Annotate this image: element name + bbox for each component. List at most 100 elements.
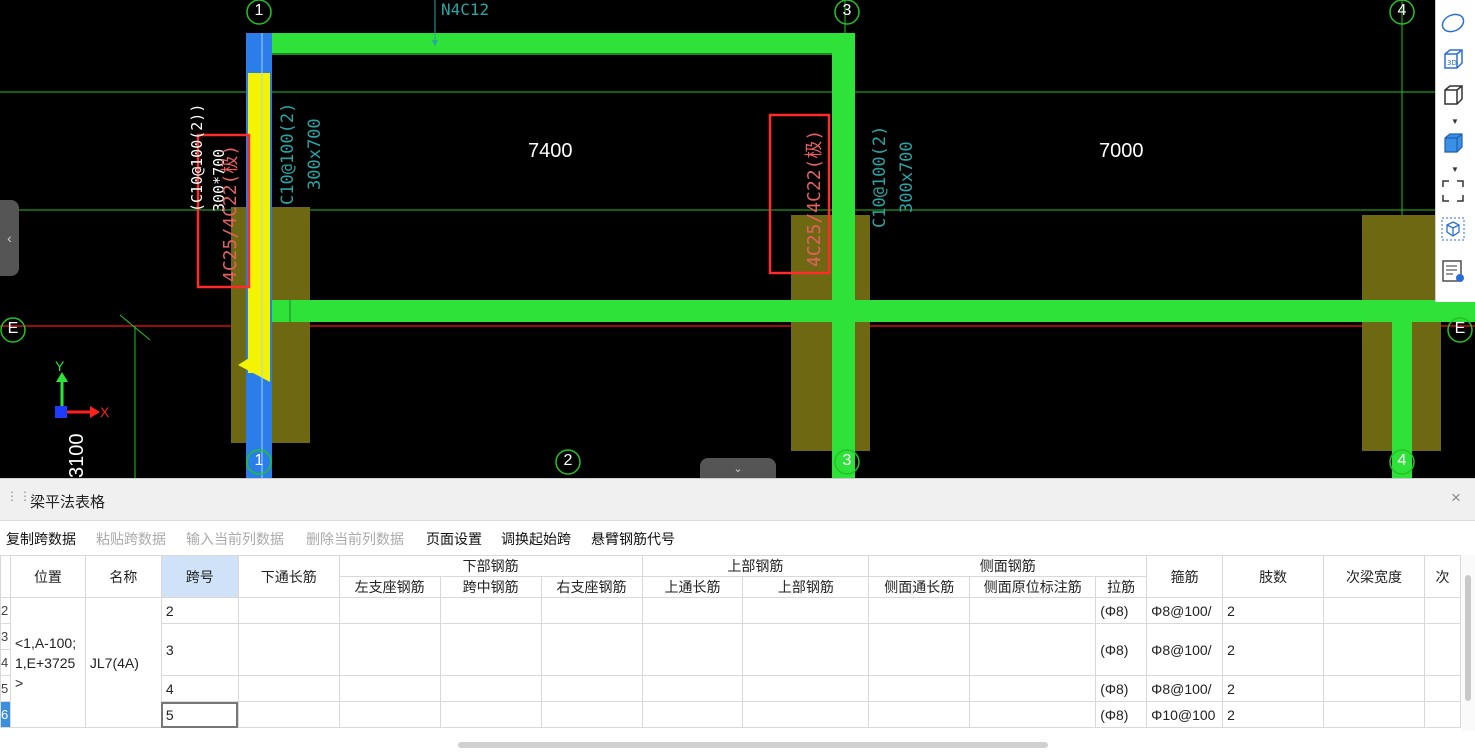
span-cell[interactable]: 4	[160, 675, 239, 702]
cell[interactable]	[338, 701, 441, 728]
cell[interactable]	[237, 623, 340, 676]
paste-span-data-button[interactable]: 粘贴跨数据	[96, 529, 166, 549]
beam-table[interactable]: 位置 名称 跨号 下通长筋 下部钢筋 上部钢筋 侧面钢筋 箍筋 肢数 次梁宽度 …	[0, 555, 1461, 731]
col-bottom-through[interactable]: 下通长筋	[237, 555, 340, 598]
stirrup-cell[interactable]: Φ8@100/	[1146, 675, 1224, 702]
view-3d-button[interactable]: 3D	[1440, 46, 1472, 78]
col-more[interactable]: 次	[1423, 555, 1461, 598]
legs-cell[interactable]: 2	[1222, 701, 1324, 728]
cell[interactable]	[540, 623, 643, 676]
cell[interactable]	[338, 597, 441, 624]
cad-viewport[interactable]: 1 3 4 1 2 3 4 E E N4C12 7400 7000 3100 (…	[0, 0, 1475, 478]
col-span[interactable]: 跨号	[160, 555, 239, 598]
cell[interactable]	[1423, 597, 1461, 624]
cell[interactable]	[1423, 623, 1461, 676]
tie-cell[interactable]: (Φ8)	[1095, 701, 1148, 728]
row-number[interactable]: 5	[0, 675, 11, 702]
cell[interactable]	[540, 675, 643, 702]
col-right-support[interactable]: 右支座钢筋	[540, 576, 643, 598]
beam-top[interactable]	[248, 33, 855, 53]
cube-view-button[interactable]	[1440, 82, 1472, 114]
col-left-support[interactable]: 左支座钢筋	[338, 576, 441, 598]
span-cell[interactable]: 2	[160, 597, 239, 624]
cell[interactable]	[237, 597, 340, 624]
cell[interactable]	[338, 623, 441, 676]
drag-grip-icon[interactable]: ⋮⋮	[6, 490, 31, 508]
col-secondary-width[interactable]: 次梁宽度	[1323, 555, 1425, 598]
col-tie[interactable]: 拉筋	[1095, 576, 1148, 598]
cell[interactable]	[868, 675, 971, 702]
row-number[interactable]: 4	[0, 649, 11, 676]
col-side-original[interactable]: 侧面原位标注筋	[969, 576, 1097, 598]
cell[interactable]	[742, 675, 870, 702]
cell[interactable]	[338, 675, 441, 702]
fullscreen-button[interactable]	[1440, 178, 1472, 210]
span-cell-editing[interactable]: 5	[160, 701, 239, 728]
cantilever-rebar-code-button[interactable]: 悬臂钢筋代号	[591, 529, 675, 549]
input-column-data-button[interactable]: 输入当前列数据	[186, 529, 284, 549]
table-row[interactable]: 6 5 (Φ8) Φ10@100 2	[0, 701, 1461, 728]
cell[interactable]	[1323, 623, 1425, 676]
cell[interactable]	[641, 675, 744, 702]
table-row[interactable]: 3 3 (Φ8) Φ8@100/ 2	[0, 623, 1461, 676]
horizontal-scrollbar[interactable]	[0, 739, 1461, 751]
row-number[interactable]: 3	[0, 623, 11, 650]
table-row[interactable]: 2 <1,A-100;1,E+3725> JL7(4A) 2 (Φ8) Φ8@1…	[0, 597, 1461, 728]
cell[interactable]	[641, 623, 744, 676]
cell[interactable]	[439, 701, 542, 728]
beam-e-axis[interactable]	[270, 300, 1435, 322]
report-button[interactable]	[1440, 258, 1472, 290]
cell[interactable]	[969, 675, 1097, 702]
cell[interactable]	[237, 701, 340, 728]
caret-down-icon[interactable]: ▼	[1450, 118, 1460, 126]
cell[interactable]	[1423, 701, 1461, 728]
cell[interactable]	[742, 597, 870, 624]
col-top-through[interactable]: 上通长筋	[641, 576, 744, 598]
cell[interactable]	[868, 623, 971, 676]
horizontal-scrollbar-thumb[interactable]	[458, 742, 1048, 748]
cell[interactable]	[641, 597, 744, 624]
col-name[interactable]: 名称	[84, 555, 162, 598]
cell[interactable]	[742, 623, 870, 676]
stirrup-cell[interactable]: Φ8@100/	[1146, 623, 1224, 676]
page-settings-button[interactable]: 页面设置	[426, 529, 482, 549]
tie-cell[interactable]: (Φ8)	[1095, 623, 1148, 676]
cell[interactable]	[1323, 675, 1425, 702]
cell[interactable]	[1423, 675, 1461, 702]
cell[interactable]	[641, 701, 744, 728]
cell[interactable]	[742, 701, 870, 728]
col-top-rebar[interactable]: 上部钢筋	[742, 576, 870, 598]
col-side-through[interactable]: 侧面通长筋	[868, 576, 971, 598]
stirrup-cell[interactable]: Φ8@100/	[1146, 597, 1224, 624]
vertical-scrollbar-thumb[interactable]	[1465, 575, 1471, 701]
cell[interactable]	[1323, 701, 1425, 728]
cell[interactable]	[439, 675, 542, 702]
solid-view-button[interactable]	[1440, 130, 1472, 162]
cell[interactable]	[969, 623, 1097, 676]
cell[interactable]	[969, 597, 1097, 624]
col-legs[interactable]: 肢数	[1222, 555, 1324, 598]
bottom-collapse-handle[interactable]: ⌄	[700, 458, 776, 478]
col-mid-span[interactable]: 跨中钢筋	[439, 576, 542, 598]
close-icon[interactable]: ×	[1448, 489, 1464, 506]
cell[interactable]	[237, 675, 340, 702]
cell[interactable]	[439, 597, 542, 624]
copy-span-data-button[interactable]: 复制跨数据	[6, 529, 76, 549]
name-cell[interactable]: JL7(4A)	[84, 597, 162, 728]
col-stirrup[interactable]: 箍筋	[1146, 555, 1224, 598]
table-row[interactable]: 5 4 (Φ8) Φ8@100/ 2	[0, 675, 1461, 702]
swap-start-span-button[interactable]: 调换起始跨	[501, 529, 571, 549]
cell[interactable]	[540, 597, 643, 624]
selected-beam-fill[interactable]	[248, 73, 270, 373]
cell[interactable]	[868, 701, 971, 728]
span-cell[interactable]: 3	[160, 623, 239, 676]
delete-column-data-button[interactable]: 删除当前列数据	[306, 529, 404, 549]
caret-down-icon[interactable]: ▼	[1450, 166, 1460, 174]
col-position[interactable]: 位置	[9, 555, 86, 598]
stirrup-cell[interactable]: Φ10@100	[1146, 701, 1224, 728]
cell[interactable]	[1323, 597, 1425, 624]
tie-cell[interactable]: (Φ8)	[1095, 675, 1148, 702]
box-select-button[interactable]	[1440, 216, 1472, 248]
beam-vertical-3[interactable]	[832, 33, 855, 478]
cell[interactable]	[439, 623, 542, 676]
